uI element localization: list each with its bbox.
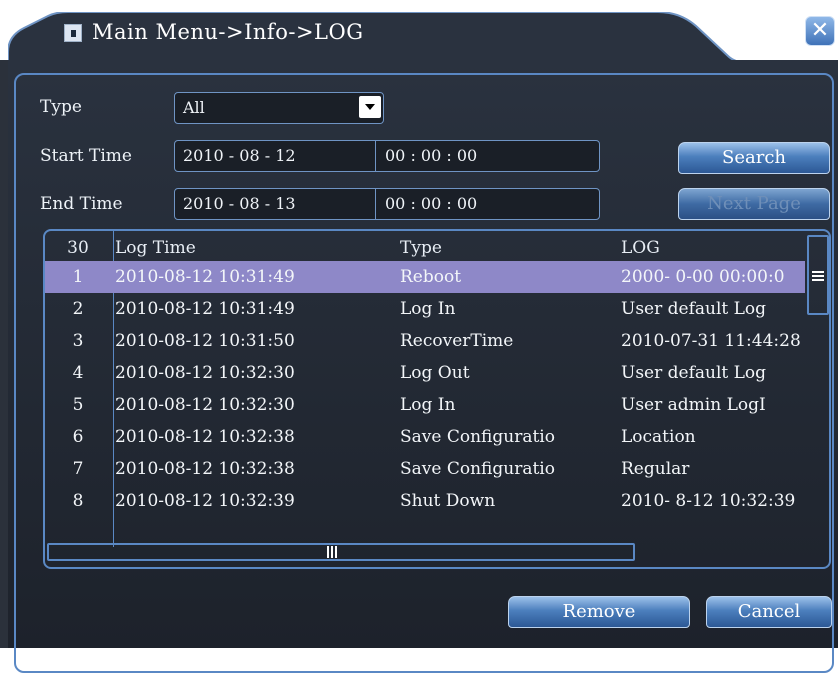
row-log: User default Log <box>621 299 767 319</box>
row-log: 2010- 8-12 10:32:39 <box>621 491 796 511</box>
horizontal-scrollbar[interactable] <box>47 543 635 561</box>
table-header: 30 Log Time Type LOG <box>45 235 805 261</box>
row-type: Log Out <box>400 363 470 383</box>
table-row[interactable]: 8 2010-08-12 10:32:39 Shut Down 2010- 8-… <box>45 485 805 517</box>
table-row[interactable]: 7 2010-08-12 10:32:38 Save Configuratio … <box>45 453 805 485</box>
row-time: 2010-08-12 10:32:30 <box>115 363 295 383</box>
row-log: User default Log <box>621 363 767 383</box>
row-num: 1 <box>72 267 84 287</box>
row-num: 2 <box>72 299 84 319</box>
table-row[interactable]: 4 2010-08-12 10:32:30 Log Out User defau… <box>45 357 805 389</box>
end-time-value[interactable]: 00 : 00 : 00 <box>385 189 477 219</box>
log-table: 30 Log Time Type LOG 1 2010-08-12 10:31:… <box>43 229 831 569</box>
table-row[interactable]: 3 2010-08-12 10:31:50 RecoverTime 2010-0… <box>45 325 805 357</box>
start-time-field[interactable]: 2010 - 08 - 12 00 : 00 : 00 <box>174 140 600 172</box>
end-time-label: End Time <box>40 194 123 214</box>
chevron-down-icon[interactable] <box>359 96 381 118</box>
row-time: 2010-08-12 10:32:38 <box>115 427 295 447</box>
monitor-icon <box>64 24 82 42</box>
start-time-value[interactable]: 00 : 00 : 00 <box>385 141 477 171</box>
start-time-label: Start Time <box>40 146 132 166</box>
close-button[interactable]: ✕ <box>805 16 835 46</box>
next-page-button[interactable]: Next Page <box>678 188 830 220</box>
row-type: Log In <box>400 299 456 319</box>
row-num: 6 <box>72 427 84 447</box>
row-log: Regular <box>621 459 690 479</box>
row-type: Reboot <box>400 267 462 287</box>
field-divider <box>375 189 376 219</box>
start-date-value[interactable]: 2010 - 08 - 12 <box>183 146 296 165</box>
scroll-thumb-icon[interactable] <box>812 271 824 281</box>
type-label: Type <box>40 97 82 117</box>
table-row[interactable]: 5 2010-08-12 10:32:30 Log In User admin … <box>45 389 805 421</box>
row-log: Location <box>621 427 696 447</box>
vertical-scrollbar[interactable] <box>807 235 829 315</box>
row-time: 2010-08-12 10:31:50 <box>115 331 295 351</box>
row-num: 4 <box>72 363 84 383</box>
window-title: Main Menu->Info->LOG <box>92 20 364 44</box>
table-row[interactable]: 1 2010-08-12 10:31:49 Reboot 2000- 0-00 … <box>45 261 805 293</box>
type-select-value: All <box>183 98 205 117</box>
header-type: Type <box>400 238 442 258</box>
header-log-time: Log Time <box>115 238 196 258</box>
row-log: User admin LogI <box>621 395 766 415</box>
row-type: Save Configuratio <box>400 427 555 447</box>
end-time-field[interactable]: 2010 - 08 - 13 00 : 00 : 00 <box>174 188 600 220</box>
field-divider <box>375 141 376 171</box>
cancel-button[interactable]: Cancel <box>706 596 832 628</box>
row-time: 2010-08-12 10:32:39 <box>115 491 295 511</box>
row-num: 8 <box>72 491 84 511</box>
row-log: 2000- 0-00 00:00:0 <box>621 267 785 287</box>
type-select[interactable]: All <box>174 92 384 124</box>
row-log: 2010-07-31 11:44:28 <box>621 331 801 351</box>
table-row[interactable]: 2 2010-08-12 10:31:49 Log In User defaul… <box>45 293 805 325</box>
end-date-value[interactable]: 2010 - 08 - 13 <box>183 194 296 213</box>
search-button[interactable]: Search <box>678 142 830 174</box>
row-time: 2010-08-12 10:31:49 <box>115 299 295 319</box>
row-num: 7 <box>72 459 84 479</box>
row-type: Save Configuratio <box>400 459 555 479</box>
row-type: RecoverTime <box>400 331 514 351</box>
log-window: Main Menu->Info->LOG ✕ Type All Start Ti… <box>0 0 838 673</box>
header-log: LOG <box>621 238 660 258</box>
row-num: 3 <box>72 331 84 351</box>
row-type: Shut Down <box>400 491 496 511</box>
row-time: 2010-08-12 10:32:38 <box>115 459 295 479</box>
scroll-thumb-icon[interactable] <box>327 546 337 558</box>
header-count: 30 <box>67 238 89 258</box>
remove-button[interactable]: Remove <box>508 596 690 628</box>
table-row[interactable]: 6 2010-08-12 10:32:38 Save Configuratio … <box>45 421 805 453</box>
row-time: 2010-08-12 10:31:49 <box>115 267 295 287</box>
row-type: Log In <box>400 395 456 415</box>
row-time: 2010-08-12 10:32:30 <box>115 395 295 415</box>
row-num: 5 <box>72 395 84 415</box>
